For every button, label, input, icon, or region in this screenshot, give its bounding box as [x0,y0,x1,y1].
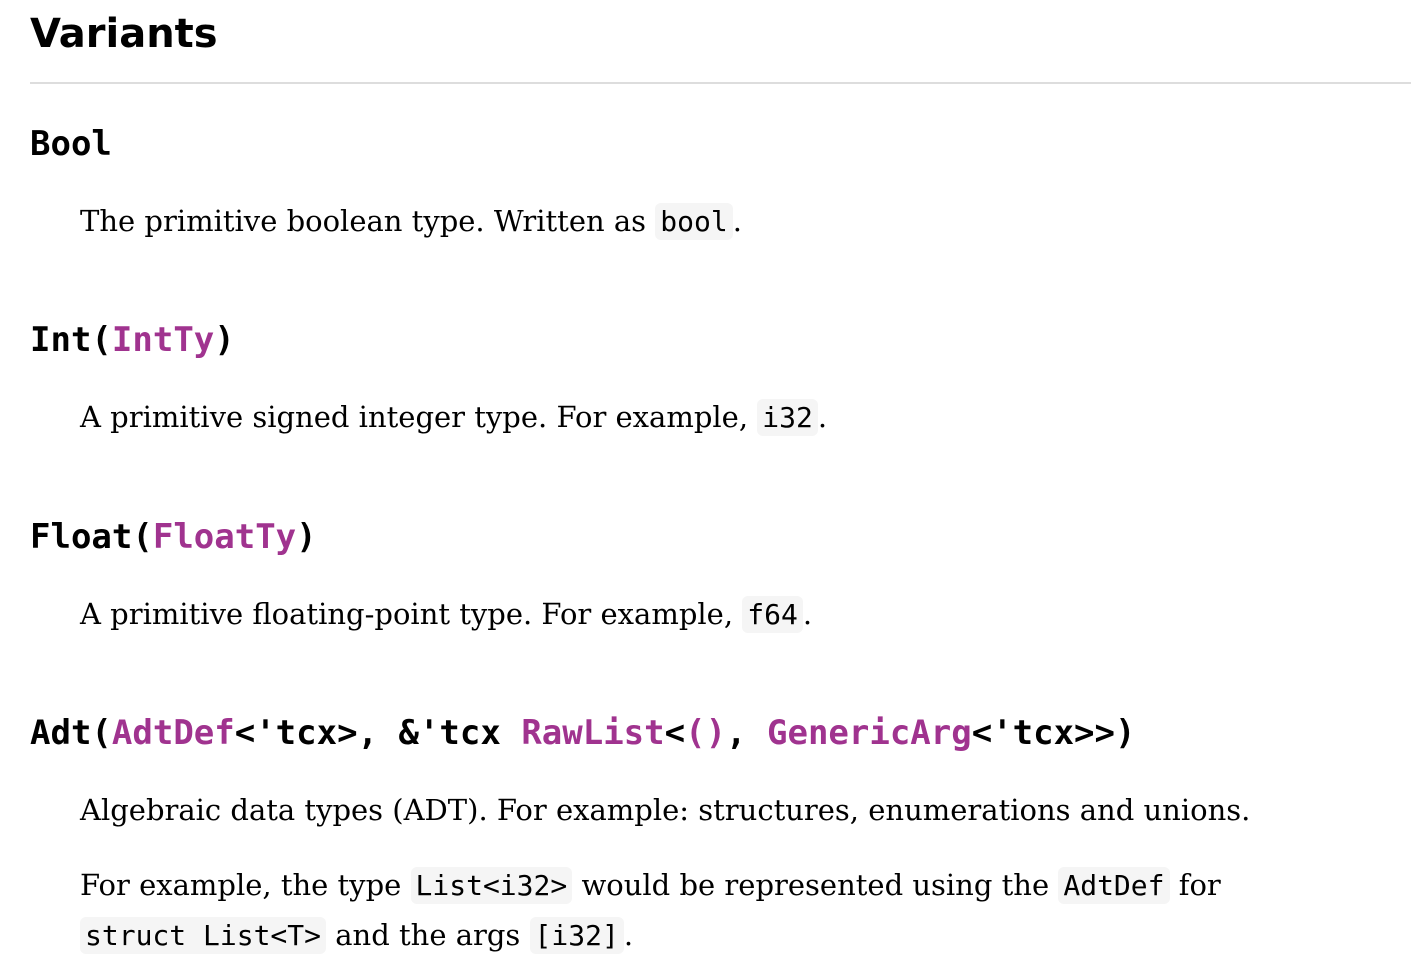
variant-bool-description: The primitive boolean type. Written as b… [80,203,742,240]
variant-float-description: A primitive floating-point type. For exa… [80,596,813,633]
type-link-genericarg[interactable]: GenericArg [767,713,972,753]
inline-code: struct List<T> [80,917,327,954]
type-link-intty[interactable]: IntTy [112,320,214,360]
section-divider [30,82,1411,84]
variant-float-signature[interactable]: Float(FloatTy) [30,515,317,559]
variant-adt-example-line1: For example, the type List<i32> would be… [80,867,1221,904]
type-link-unit[interactable]: () [685,713,726,753]
inline-code: AdtDef [1058,867,1170,904]
inline-code: f64 [742,596,803,633]
docs-page: Variants Bool The primitive boolean type… [0,0,1411,970]
variant-name: Float [30,517,133,557]
type-link-adtdef[interactable]: AdtDef [112,713,235,753]
variant-adt-description: Algebraic data types (ADT). For example:… [80,793,1251,827]
section-title: Variants [30,11,218,57]
variant-int-description: A primitive signed integer type. For exa… [80,399,828,436]
inline-code: i32 [757,399,818,436]
variant-adt-example-line2: struct List<T> and the args [i32]. [80,910,633,961]
variant-name: Int [30,320,92,360]
type-link-floatty[interactable]: FloatTy [153,517,296,557]
variant-name: Adt [30,713,92,753]
variant-bool-signature[interactable]: Bool [30,122,112,166]
inline-code: [i32] [529,917,624,954]
variant-adt-signature[interactable]: Adt(AdtDef<'tcx>, &'tcx RawList<(), Gene… [30,711,1135,755]
type-link-rawlist[interactable]: RawList [521,713,664,753]
variant-int-signature[interactable]: Int(IntTy) [30,318,235,362]
variant-name: Bool [30,124,112,164]
inline-code: List<i32> [410,867,573,904]
inline-code: bool [655,203,733,240]
